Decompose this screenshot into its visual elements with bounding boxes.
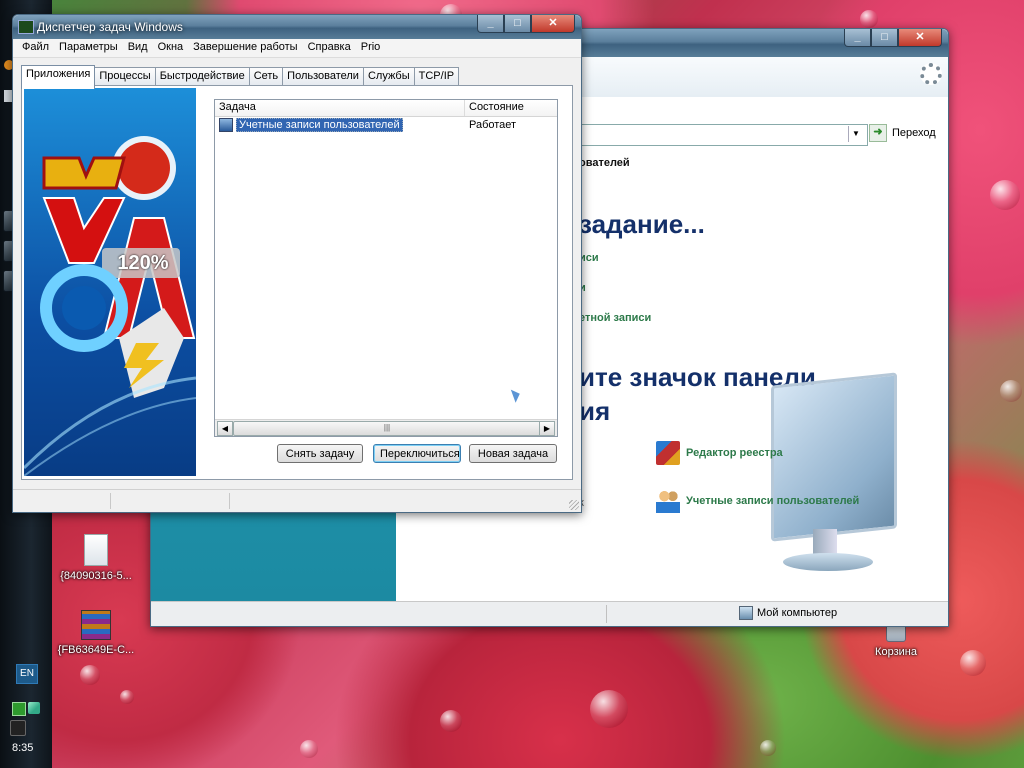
cursor-arrow-icon bbox=[510, 387, 523, 403]
registry-editor-icon bbox=[656, 441, 680, 465]
list-header: Задача Состояние bbox=[215, 100, 557, 117]
applications-panel: 120% Задача Состояние Учетные записи пол… bbox=[21, 85, 573, 480]
tab-networking[interactable]: Сеть bbox=[248, 67, 284, 87]
explorer-statusbar: Мой компьютер bbox=[151, 601, 948, 626]
winrar-archive-icon bbox=[81, 610, 111, 640]
task-name: Учетные записи пользователей bbox=[236, 118, 403, 132]
maximize-button[interactable]: □ bbox=[871, 29, 898, 47]
task-manager-titlebar[interactable]: Диспетчер задач Windows _ □ ✕ bbox=[13, 15, 581, 39]
task-manager-app-icon bbox=[18, 20, 34, 34]
monitor-base bbox=[783, 553, 873, 571]
menu-windows[interactable]: Окна bbox=[153, 39, 189, 57]
tab-services[interactable]: Службы bbox=[362, 67, 415, 87]
control-panel-item-user-accounts[interactable]: Учетные записи пользователей bbox=[656, 489, 859, 513]
computer-icon bbox=[739, 606, 753, 620]
task-status: Работает bbox=[469, 119, 517, 131]
tab-performance[interactable]: Быстродействие bbox=[154, 67, 250, 87]
monitor-illustration bbox=[761, 372, 901, 579]
artwork-graphics bbox=[24, 136, 196, 476]
window-icon bbox=[219, 118, 233, 132]
task-manager-caption-buttons: _ □ ✕ bbox=[477, 15, 575, 33]
tab-processes[interactable]: Процессы bbox=[94, 67, 156, 87]
monitor-stand bbox=[813, 529, 837, 555]
menu-help[interactable]: Справка bbox=[303, 39, 356, 57]
minimize-button[interactable]: _ bbox=[844, 29, 871, 47]
switch-to-button[interactable]: Переключиться bbox=[373, 444, 461, 463]
status-separator bbox=[110, 493, 111, 509]
window-title: Диспетчер задач Windows bbox=[37, 20, 183, 34]
go-button[interactable]: ➜ Переход bbox=[869, 124, 936, 142]
monitor-screen bbox=[771, 372, 897, 542]
address-dropdown-icon[interactable]: ▼ bbox=[848, 126, 863, 142]
tab-users[interactable]: Пользователи bbox=[282, 67, 364, 87]
explorer-caption-buttons: _ □ ✕ bbox=[844, 29, 942, 47]
scroll-left-button[interactable]: ◀ bbox=[217, 421, 233, 436]
go-arrow-icon: ➜ bbox=[869, 124, 887, 142]
task-list[interactable]: Задача Состояние Учетные записи пользова… bbox=[214, 99, 558, 437]
menu-shutdown[interactable]: Завершение работы bbox=[188, 39, 302, 57]
regedit-label: Редактор реестра bbox=[686, 447, 783, 459]
close-button[interactable]: ✕ bbox=[531, 15, 575, 33]
breadcrumb-fragment: ователей bbox=[579, 157, 630, 169]
status-separator bbox=[606, 605, 607, 623]
desktop-file-icon-1[interactable]: {84090316-5... bbox=[56, 534, 136, 582]
loading-spinner-icon bbox=[920, 63, 942, 85]
resize-grip-icon[interactable] bbox=[569, 500, 579, 510]
task-link-3[interactable]: етной записи bbox=[579, 312, 651, 324]
panel-heading-line2: ия bbox=[579, 396, 611, 426]
maximize-button[interactable]: □ bbox=[504, 15, 531, 33]
column-task[interactable]: Задача bbox=[215, 100, 465, 116]
taskbar-clock[interactable]: 8:35 bbox=[12, 742, 33, 754]
horizontal-scrollbar[interactable]: ◀ ||| ▶ bbox=[215, 419, 557, 436]
minimize-button[interactable]: _ bbox=[477, 15, 504, 33]
tab-applications[interactable]: Приложения bbox=[21, 65, 96, 89]
my-computer-status: Мой компьютер bbox=[739, 606, 837, 620]
status-separator bbox=[229, 493, 230, 509]
user-accounts-icon bbox=[656, 489, 680, 513]
task-manager-statusbar bbox=[13, 489, 581, 512]
menu-view[interactable]: Вид bbox=[123, 39, 153, 57]
document-icon bbox=[84, 534, 108, 566]
end-task-button[interactable]: Снять задачу bbox=[277, 444, 363, 463]
desktop-file-icon-2[interactable]: {FB63649E-C... bbox=[56, 610, 136, 656]
task-manager-window: Диспетчер задач Windows _ □ ✕ Файл Парам… bbox=[12, 14, 582, 513]
tab-tcpip[interactable]: TCP/IP bbox=[413, 67, 460, 87]
control-panel-item-regedit[interactable]: Редактор реестра bbox=[656, 441, 783, 465]
task-heading: задание... bbox=[579, 209, 705, 239]
tray-volume-icon[interactable] bbox=[10, 720, 26, 736]
new-task-button[interactable]: Новая задача bbox=[469, 444, 557, 463]
menu-file[interactable]: Файл bbox=[17, 39, 54, 57]
scroll-thumb[interactable]: ||| bbox=[233, 421, 541, 436]
tray-network-icon[interactable] bbox=[28, 702, 40, 714]
column-status[interactable]: Состояние bbox=[465, 100, 557, 116]
go-label: Переход bbox=[892, 127, 936, 139]
menu-prio[interactable]: Prio bbox=[356, 39, 386, 57]
decorative-artwork: 120% bbox=[24, 88, 196, 476]
art-badge: 120% bbox=[117, 252, 169, 274]
menu-options[interactable]: Параметры bbox=[54, 39, 123, 57]
tray-square-icon[interactable] bbox=[12, 702, 26, 716]
scroll-right-button[interactable]: ▶ bbox=[539, 421, 555, 436]
close-button[interactable]: ✕ bbox=[898, 29, 942, 47]
user-accounts-label: Учетные записи пользователей bbox=[686, 495, 860, 507]
table-row[interactable]: Учетные записи пользователей Работает bbox=[219, 117, 516, 133]
recycle-bin[interactable]: Корзина bbox=[866, 622, 926, 658]
language-indicator[interactable]: EN bbox=[16, 664, 38, 684]
menu-bar: Файл Параметры Вид Окна Завершение работ… bbox=[13, 39, 581, 58]
